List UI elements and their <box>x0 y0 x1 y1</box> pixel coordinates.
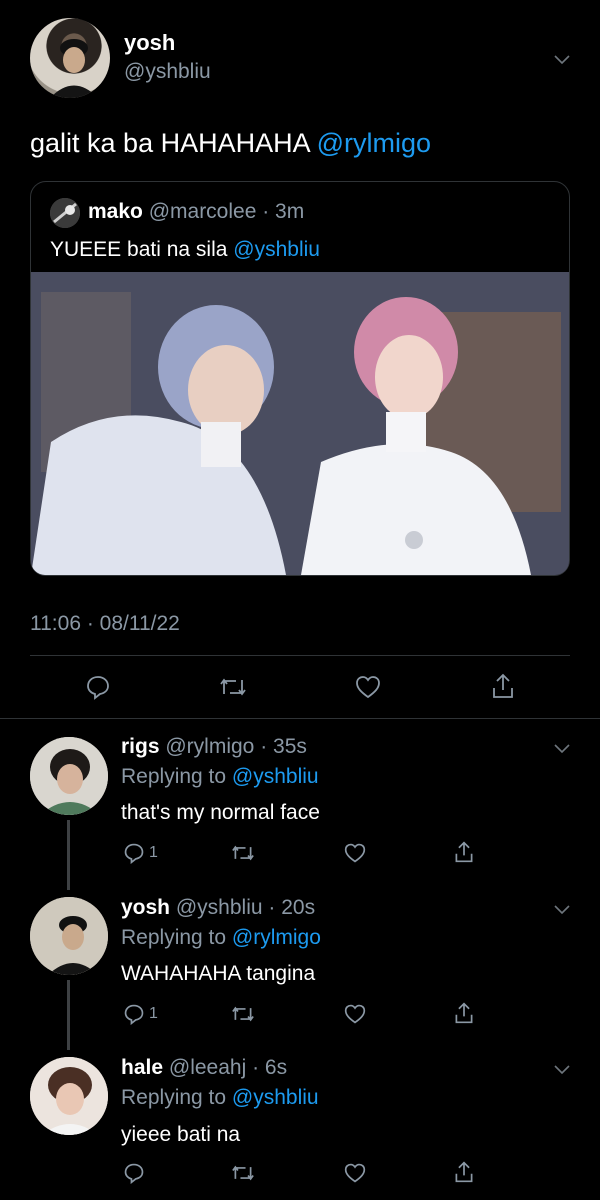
reply-time: · 35s <box>260 735 307 758</box>
replying-to-link[interactable]: @rylmigo <box>232 926 321 949</box>
retweet-icon[interactable] <box>230 1162 256 1184</box>
chevron-down-icon[interactable] <box>553 900 571 918</box>
divider <box>30 655 570 656</box>
avatar-mako <box>50 198 80 228</box>
display-name[interactable]: yosh <box>124 30 175 56</box>
share-icon[interactable] <box>453 1160 475 1184</box>
replying-to-prefix: Replying to <box>121 765 232 788</box>
avatar-hale[interactable] <box>30 1057 108 1135</box>
quoted-text-body: YUEEE bati na sila <box>50 238 234 261</box>
tweet-timestamp[interactable]: 11:06 · 08/11/22 <box>30 612 180 636</box>
divider <box>0 718 600 719</box>
chevron-down-icon[interactable] <box>553 1060 571 1078</box>
retweet-icon[interactable] <box>230 842 256 864</box>
reply-text: WAHAHAHA tangina <box>121 962 316 985</box>
reply-text: yieee bati na <box>121 1123 241 1146</box>
like-icon[interactable] <box>343 1162 367 1184</box>
reply-icon[interactable]: 1 <box>123 1003 158 1025</box>
replying-to: Replying to @rylmigo <box>121 926 321 950</box>
chevron-down-icon[interactable] <box>553 50 571 68</box>
reply-text: that's my normal face <box>121 801 320 824</box>
reply-time: · 20s <box>268 896 316 919</box>
reply-display-name[interactable]: rigs <box>121 735 160 758</box>
quoted-mention-link[interactable]: @yshbliu <box>233 238 320 261</box>
retweet-icon[interactable] <box>218 674 248 700</box>
reply-display-name[interactable]: hale <box>121 1056 163 1079</box>
share-icon[interactable] <box>490 672 516 700</box>
like-icon[interactable] <box>343 842 367 864</box>
like-icon[interactable] <box>343 1003 367 1025</box>
avatar-yosh[interactable] <box>30 18 110 98</box>
reply-handle[interactable]: @rylmigo <box>165 735 254 758</box>
reply-header: rigs @rylmigo · 35s <box>121 735 307 759</box>
avatar-rigs[interactable] <box>30 737 108 815</box>
reply-count: 1 <box>149 844 158 861</box>
replying-to-link[interactable]: @yshbliu <box>232 765 319 788</box>
tweet-text: galit ka ba HAHAHAHA @rylmigo <box>30 128 431 159</box>
quoted-handle[interactable]: @marcolee <box>149 200 257 223</box>
replying-to-prefix: Replying to <box>121 1086 232 1109</box>
tweet-text-body: galit ka ba HAHAHAHA <box>30 128 317 158</box>
reply-icon[interactable] <box>85 674 111 700</box>
quoted-text: YUEEE bati na sila @yshbliu <box>50 238 320 262</box>
like-icon[interactable] <box>354 674 382 700</box>
chevron-down-icon[interactable] <box>553 739 571 757</box>
reply-icon[interactable]: 1 <box>123 842 158 864</box>
quoted-photo[interactable] <box>31 272 569 575</box>
thread-line <box>67 820 70 890</box>
share-icon[interactable] <box>453 1001 475 1025</box>
replying-to-prefix: Replying to <box>121 926 232 949</box>
replying-to: Replying to @yshbliu <box>121 765 319 789</box>
reply-display-name[interactable]: yosh <box>121 896 170 919</box>
quoted-header: mako @marcolee · 3m <box>88 200 304 224</box>
thread-line <box>67 980 70 1050</box>
reply-handle[interactable]: @leeahj <box>169 1056 246 1079</box>
avatar-yosh[interactable] <box>30 897 108 975</box>
handle[interactable]: @yshbliu <box>124 60 211 84</box>
reply-header: yosh @yshbliu · 20s <box>121 896 315 920</box>
replying-to: Replying to @yshbliu <box>121 1086 319 1110</box>
quoted-time: · 3m <box>262 200 305 223</box>
replying-to-link[interactable]: @yshbliu <box>232 1086 319 1109</box>
reply-handle[interactable]: @yshbliu <box>176 896 263 919</box>
reply-icon[interactable] <box>123 1162 145 1184</box>
retweet-icon[interactable] <box>230 1003 256 1025</box>
quoted-display-name[interactable]: mako <box>88 200 143 223</box>
reply-header: hale @leeahj · 6s <box>121 1056 287 1080</box>
reply-time: · 6s <box>252 1056 288 1079</box>
reply-count: 1 <box>149 1005 158 1022</box>
mention-link[interactable]: @rylmigo <box>317 128 431 158</box>
share-icon[interactable] <box>453 840 475 864</box>
